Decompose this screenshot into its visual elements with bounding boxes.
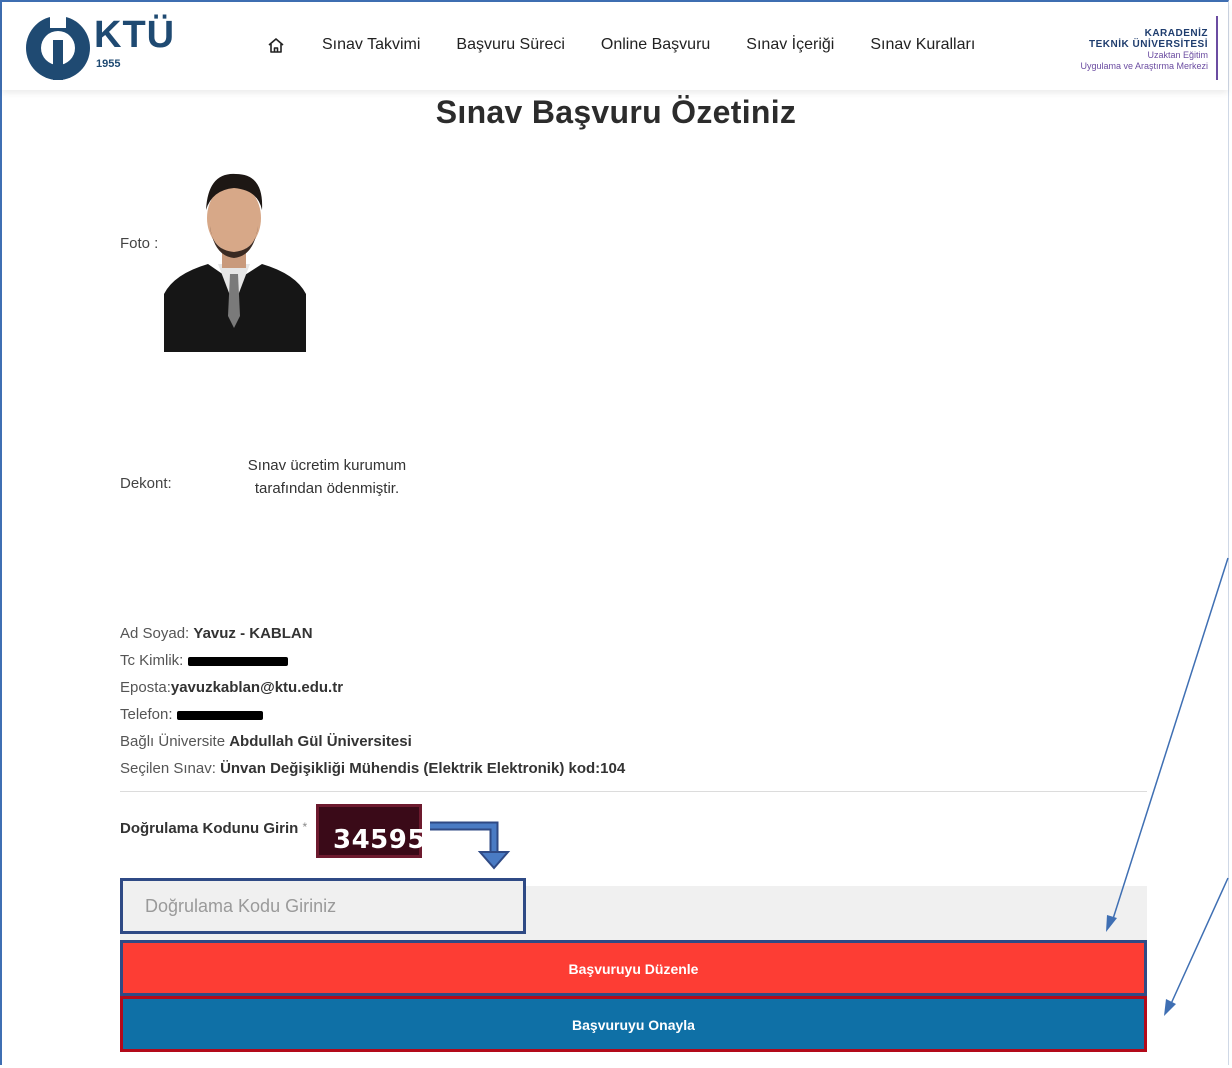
dekont-text: Sınav ücretim kurumum tarafından ödenmiş…: [247, 457, 407, 497]
info-name-row: Ad Soyad: Yavuz - KABLAN: [120, 625, 313, 642]
nav-basvuru-sureci[interactable]: Başvuru Süreci: [456, 36, 565, 54]
redacted-tc: [187, 656, 288, 666]
confirm-application-button[interactable]: Başvuruyu Onayla: [120, 996, 1147, 1052]
nav-online-basvuru[interactable]: Online Başvuru: [601, 36, 710, 54]
info-exam-value: Ünvan Değişikliği Mühendis (Elektrik Ele…: [220, 760, 626, 777]
info-tc-row: Tc Kimlik:: [120, 647, 625, 674]
info-email-value: yavuzkablan@ktu.edu.tr: [170, 679, 344, 696]
nav-sinav-takvimi[interactable]: Sınav Takvimi: [322, 36, 420, 54]
logo-text: KTÜ: [94, 14, 176, 56]
info-email-row: Eposta:yavuzkablan@ktu.edu.tr: [120, 679, 344, 696]
edit-application-button[interactable]: Başvuruyu Düzenle: [120, 940, 1147, 996]
info-name-value: Yavuz - KABLAN: [193, 625, 313, 642]
dekont-label: Dekont:: [120, 475, 172, 492]
nav-sinav-kurallari[interactable]: Sınav Kuralları: [870, 36, 975, 54]
top-header: KTÜ 1955 Sınav Takvimi Başvuru Süreci On…: [2, 2, 1228, 90]
ktu-logo[interactable]: KTÜ 1955: [22, 10, 182, 82]
university-brand[interactable]: KARADENİZ TEKNİK ÜNİVERSİTESİ Uzaktan Eğ…: [1080, 28, 1208, 72]
captcha-image: 34595: [316, 804, 425, 858]
brand-line-4: Uygulama ve Araştırma Merkezi: [1080, 61, 1208, 71]
applicant-info: Ad Soyad: Yavuz - KABLAN Tc Kimlik: Epos…: [120, 620, 625, 782]
info-uni-row: Bağlı Üniversite Abdullah Gül Üniversite…: [120, 733, 412, 750]
photo-label: Foto :: [120, 235, 159, 252]
brand-divider: [1216, 16, 1218, 80]
logo-year: 1955: [96, 58, 121, 70]
home-icon[interactable]: [266, 36, 286, 56]
brand-line-1: KARADENİZ: [1144, 28, 1208, 39]
verify-code-field[interactable]: [120, 878, 526, 934]
verify-label: Doğrulama Kodunu Girin *: [120, 820, 308, 837]
info-uni-value: Abdullah Gül Üniversitesi: [229, 733, 412, 750]
redacted-phone: [176, 710, 263, 720]
main-nav: Sınav Takvimi Başvuru Süreci Online Başv…: [322, 36, 1011, 54]
nav-sinav-icerigi[interactable]: Sınav İçeriği: [746, 36, 834, 54]
info-phone-row: Telefon:: [120, 701, 625, 728]
page-title: Sınav Başvuru Özetiniz: [435, 94, 797, 130]
section-divider: [120, 791, 1147, 792]
brand-line-3: Uzaktan Eğitim: [1147, 50, 1208, 60]
brand-line-2: TEKNİK ÜNİVERSİTESİ: [1089, 39, 1208, 50]
applicant-photo: [164, 166, 306, 352]
verify-code-input[interactable]: [143, 881, 517, 931]
info-exam-row: Seçilen Sınav: Ünvan Değişikliği Mühendi…: [120, 760, 626, 777]
